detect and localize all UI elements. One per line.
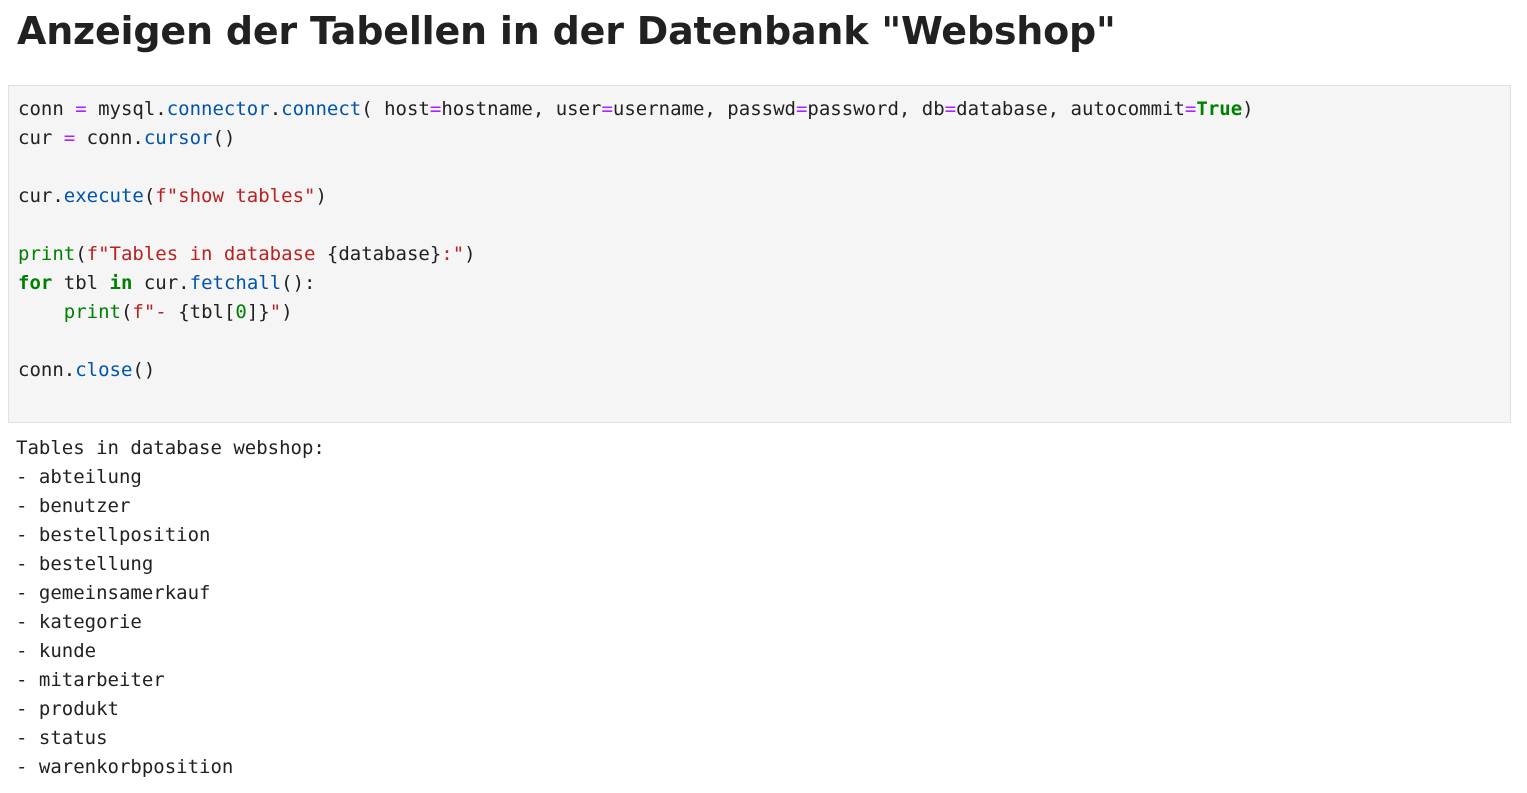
- code-token: cursor: [143, 127, 213, 149]
- code-token: for: [18, 272, 53, 294]
- code-token: ]}: [246, 301, 270, 323]
- output-table-name: - abteilung: [16, 466, 142, 488]
- code-token: ): [315, 185, 327, 207]
- output-table-name: - status: [16, 727, 108, 749]
- output-table-name: - benutzer: [16, 495, 131, 517]
- code-token: execute: [63, 185, 144, 207]
- code-token: ): [281, 301, 293, 323]
- code-token: f"Tables in database: [86, 243, 327, 265]
- cell-output: Tables in database webshop: - abteilung - …: [16, 434, 325, 782]
- output-header: Tables in database webshop:: [16, 437, 325, 459]
- code-token: f"-: [132, 301, 179, 323]
- output-table-name: - bestellposition: [16, 524, 211, 546]
- code-line: conn = mysql.connector.connect( host=hos…: [18, 95, 1254, 124]
- code-line: print(f"Tables in database {database}:"): [18, 240, 1254, 269]
- code-line: conn.close(): [18, 356, 1254, 385]
- code-token: conn.: [18, 359, 76, 381]
- code-token: =: [1184, 98, 1197, 120]
- code-token: cur.: [18, 185, 64, 207]
- output-table-name: - bestellung: [16, 553, 154, 575]
- code-token: (: [120, 301, 133, 323]
- code-token: (: [143, 185, 156, 207]
- code-line: cur.execute(f"show tables"): [18, 182, 1254, 211]
- code-token: (: [75, 243, 87, 265]
- code-token: connect: [281, 98, 362, 120]
- code-token: database, autocommit: [956, 98, 1185, 120]
- code-token: 0: [235, 301, 247, 323]
- code-token: =: [795, 98, 808, 120]
- code-token: password, db: [807, 98, 945, 120]
- code-token: ): [1242, 98, 1254, 120]
- code-token: ": [269, 301, 282, 323]
- output-table-name: - kategorie: [16, 611, 142, 633]
- code-token: hostname, user: [441, 98, 602, 120]
- code-token: close: [75, 359, 133, 381]
- code-token: {tbl[: [178, 301, 236, 323]
- output-table-name: - kunde: [16, 640, 97, 662]
- code-token: tbl: [52, 272, 110, 294]
- code-token: True: [1196, 98, 1243, 120]
- code-token: f"show tables": [155, 185, 316, 207]
- code-token: ( host: [361, 98, 430, 120]
- output-table-name: - produkt: [16, 698, 119, 720]
- code-token: in: [109, 272, 133, 294]
- code-token: (): [212, 127, 236, 149]
- code-token: =: [75, 98, 87, 120]
- code-token: conn: [18, 98, 76, 120]
- code-token: mysql.: [86, 98, 167, 120]
- code-token: print: [18, 243, 76, 265]
- code-line: for tbl in cur.fetchall():: [18, 269, 1254, 298]
- code-token: ): [464, 243, 476, 265]
- code-token: =: [601, 98, 613, 120]
- code-token: username, passwd: [612, 98, 796, 120]
- code-token: =: [944, 98, 957, 120]
- code-line: cur = conn.cursor(): [18, 124, 1254, 153]
- notebook-heading: Anzeigen der Tabellen in der Datenbank "…: [17, 9, 1116, 53]
- code-token: fetchall: [189, 272, 282, 294]
- code-token: .: [269, 98, 282, 120]
- code-token: (): [132, 359, 156, 381]
- code-line: print(f"- {tbl[0]}"): [18, 298, 1254, 327]
- code-token: {database}: [326, 243, 442, 265]
- code-token: =: [63, 127, 76, 149]
- code-token: cur: [18, 127, 64, 149]
- code-token: conn.: [75, 127, 144, 149]
- code-editor[interactable]: conn = mysql.connector.connect( host=hos…: [18, 95, 1254, 385]
- output-table-name: - warenkorbposition: [16, 756, 234, 778]
- code-token: =: [429, 98, 442, 120]
- code-token: print: [63, 301, 121, 323]
- output-table-name: - mitarbeiter: [16, 669, 165, 691]
- code-token: :": [441, 243, 465, 265]
- output-table-name: - gemeinsamerkauf: [16, 582, 211, 604]
- code-token: ():: [281, 272, 316, 294]
- code-token: cur.: [132, 272, 190, 294]
- code-token: connector: [166, 98, 270, 120]
